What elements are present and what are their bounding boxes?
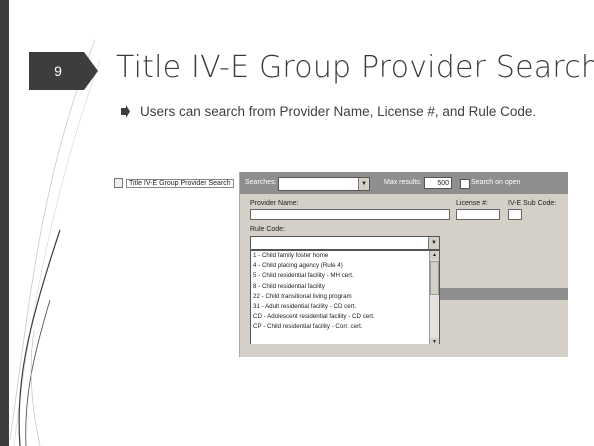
rule-code-option[interactable]: 31 - Adult residential facility - CD cer… xyxy=(251,302,439,312)
scroll-thumb[interactable] xyxy=(430,261,439,295)
provider-name-field[interactable] xyxy=(250,209,450,220)
rule-code-option[interactable]: CP - Child residential facility - Corr. … xyxy=(251,322,439,332)
rule-code-option[interactable]: 22 - Child transitional living program xyxy=(251,292,439,302)
sub-code-label: IV-E Sub Code: xyxy=(508,200,557,207)
tree-item-label: Title IV-E Group Provider Search xyxy=(126,178,234,188)
tree-item-provider-search[interactable]: Title IV-E Group Provider Search xyxy=(114,178,234,188)
list-scrollbar[interactable]: ▲ ▼ xyxy=(429,251,439,347)
arrow-bullet-icon xyxy=(121,105,130,118)
provider-name-label: Provider Name: xyxy=(250,200,299,207)
searches-label: Searches: xyxy=(245,179,277,186)
chevron-down-icon[interactable]: ▼ xyxy=(428,237,439,249)
rule-code-label: Rule Code: xyxy=(250,226,286,233)
document-icon xyxy=(114,178,123,188)
sub-code-field[interactable] xyxy=(508,209,522,220)
rule-code-option[interactable]: CD - Adolescent residential facility - C… xyxy=(251,312,439,322)
slide-title: Title IV-E Group Provider Search xyxy=(116,50,594,85)
rule-code-option[interactable]: 5 - Child residential facility - MH cert… xyxy=(251,271,439,281)
bullet-item: Users can search from Provider Name, Lic… xyxy=(121,103,566,120)
slide-number: 9 xyxy=(54,63,62,79)
max-results-label: Max results: xyxy=(384,179,422,186)
search-on-open-checkbox[interactable] xyxy=(460,179,470,189)
panel-footer xyxy=(240,344,568,357)
results-header-bar xyxy=(440,288,568,300)
rule-code-option[interactable]: 8 - Child residential facility xyxy=(251,282,439,292)
license-label: License #: xyxy=(456,200,488,207)
scroll-up-icon[interactable]: ▲ xyxy=(430,251,439,260)
bullet-text: Users can search from Provider Name, Lic… xyxy=(140,104,537,119)
app-screenshot: Title IV-E Group Provider Search Searche… xyxy=(106,172,568,357)
chevron-down-icon[interactable]: ▼ xyxy=(358,178,369,190)
search-panel: Searches: ▼ Max results: 500 Search on o… xyxy=(240,172,568,357)
rule-code-dropdown[interactable]: ▼ xyxy=(250,236,440,250)
max-results-input[interactable]: 500 xyxy=(424,177,452,189)
searches-dropdown[interactable]: ▼ xyxy=(278,177,370,191)
rule-code-list[interactable]: 1 - Child family foster home 4 - Child p… xyxy=(250,250,440,348)
search-on-open-label: Search on open xyxy=(471,179,521,186)
rule-code-option[interactable]: 1 - Child family foster home xyxy=(251,251,439,261)
rule-code-option[interactable]: 4 - Child placing agency (Rule 4) xyxy=(251,261,439,271)
license-field[interactable] xyxy=(456,209,500,220)
navigation-tree: Title IV-E Group Provider Search xyxy=(106,172,240,357)
search-toolbar: Searches: ▼ Max results: 500 Search on o… xyxy=(240,172,568,194)
